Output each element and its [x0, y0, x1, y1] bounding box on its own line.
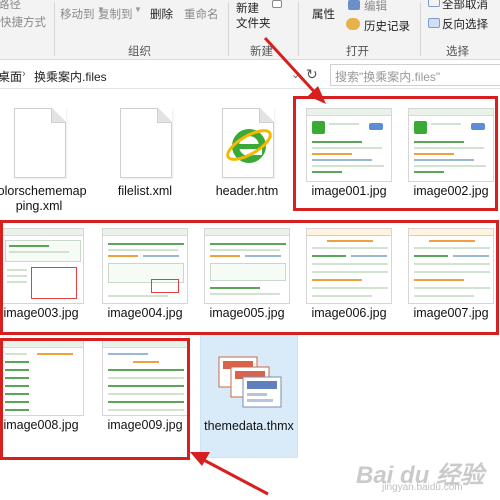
watermark-url: jingyan.baidu.com: [382, 482, 463, 493]
annotation-arrows: [190, 36, 326, 496]
